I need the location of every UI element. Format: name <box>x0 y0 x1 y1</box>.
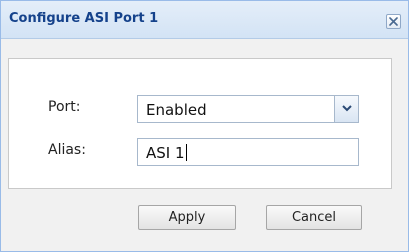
close-icon <box>389 17 398 26</box>
alias-label: Alias: <box>48 142 86 158</box>
close-button[interactable] <box>386 14 401 29</box>
dialog-titlebar[interactable]: Configure ASI Port 1 <box>1 1 408 39</box>
text-cursor <box>185 144 187 161</box>
port-select-trigger[interactable] <box>334 96 358 122</box>
chevron-down-icon <box>342 105 352 112</box>
alias-input[interactable]: ASI 1 <box>137 138 359 166</box>
form-panel: Port: Enabled Alias: ASI 1 <box>8 58 392 189</box>
cancel-button[interactable]: Cancel <box>266 205 362 230</box>
configure-port-dialog: Configure ASI Port 1 Port: Enabled Alias… <box>0 0 409 252</box>
alias-input-value: ASI 1 <box>146 144 187 162</box>
port-select[interactable]: Enabled <box>137 95 359 123</box>
port-label: Port: <box>48 99 81 115</box>
apply-button[interactable]: Apply <box>138 205 236 230</box>
dialog-body: Port: Enabled Alias: ASI 1 Apply Cancel <box>1 39 408 251</box>
alias-input-text: ASI 1 <box>146 144 185 162</box>
dialog-title: Configure ASI Port 1 <box>9 11 159 26</box>
port-select-value: Enabled <box>146 101 207 119</box>
